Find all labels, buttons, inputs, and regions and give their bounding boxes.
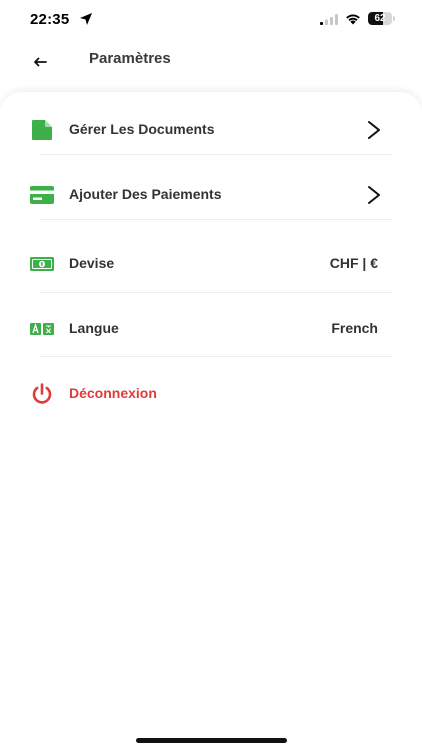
menu-item-label: Gérer Les Documents	[69, 121, 215, 137]
settings-screen: 22:35 62 Paramètres Gérer Les Documents …	[0, 0, 422, 750]
banknote-icon	[30, 252, 54, 276]
menu-item-currency[interactable]: Devise CHF | €	[0, 232, 422, 296]
divider	[40, 219, 392, 220]
logout-button[interactable]: Déconnexion	[0, 362, 422, 426]
back-arrow-icon	[34, 57, 47, 67]
back-button[interactable]	[26, 51, 54, 73]
menu-item-label: Ajouter Des Paiements	[69, 186, 222, 202]
translate-icon	[30, 317, 54, 341]
location-arrow-icon	[80, 13, 92, 25]
menu-item-label: Devise	[69, 255, 115, 271]
document-icon	[30, 118, 54, 142]
wifi-icon	[346, 14, 360, 25]
currency-value: CHF | €	[329, 255, 378, 271]
home-indicator	[136, 738, 287, 743]
status-time: 22:35	[30, 11, 70, 28]
header: Paramètres	[0, 40, 422, 92]
credit-card-icon	[30, 183, 54, 207]
menu-item-label: Déconnexion	[69, 385, 157, 401]
language-value: French	[331, 320, 378, 336]
settings-card: Gérer Les Documents Ajouter Des Paiement…	[0, 92, 422, 750]
menu-item-language[interactable]: Langue French	[0, 297, 422, 361]
cellular-signal-icon	[320, 14, 338, 25]
status-bar: 22:35 62	[0, 0, 422, 40]
battery-icon: 62	[368, 12, 395, 25]
divider	[40, 154, 392, 155]
chevron-right-icon	[368, 121, 380, 139]
page-title: Paramètres	[89, 50, 171, 67]
divider	[40, 356, 392, 357]
divider	[40, 292, 392, 293]
menu-item-label: Langue	[69, 320, 119, 336]
chevron-right-icon	[368, 186, 380, 204]
menu-item-documents[interactable]: Gérer Les Documents	[0, 98, 422, 162]
power-icon	[30, 382, 54, 406]
menu-item-payments[interactable]: Ajouter Des Paiements	[0, 163, 422, 227]
battery-level: 62	[374, 13, 386, 24]
